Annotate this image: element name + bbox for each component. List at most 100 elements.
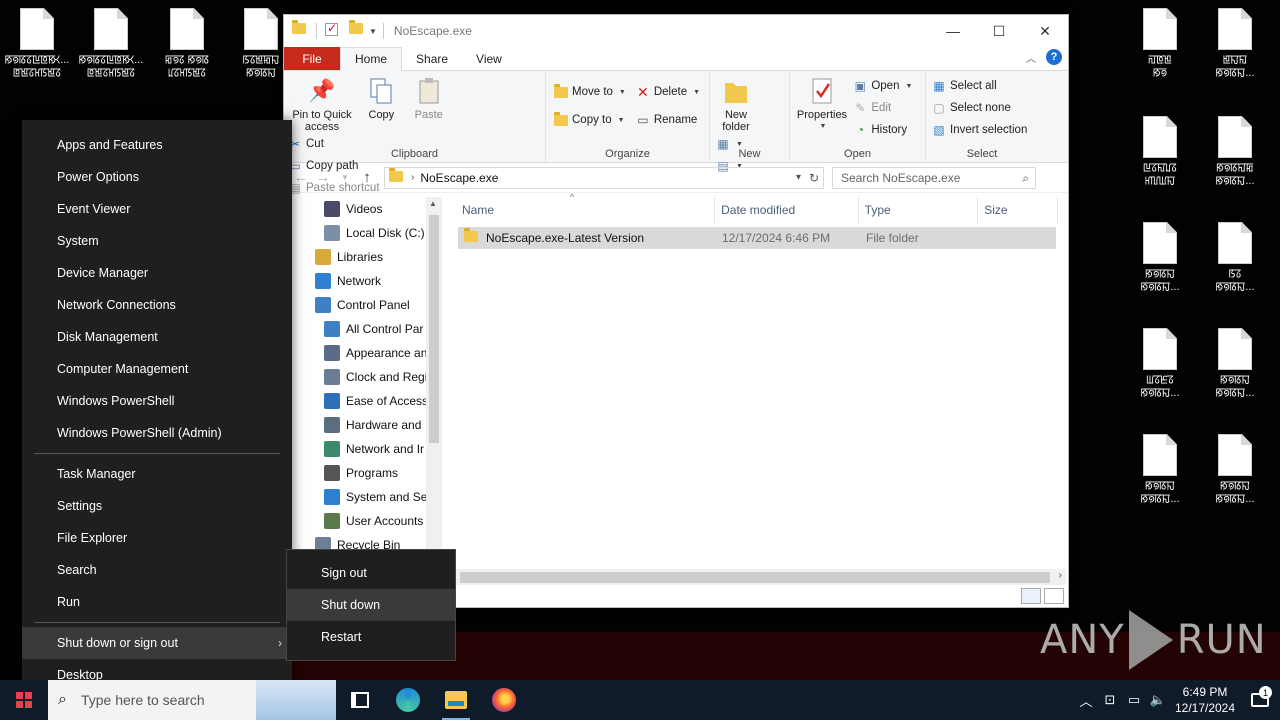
properties-quick-icon[interactable] [325,21,341,39]
search-input[interactable]: Search NoEscape.exe ⌕ [832,166,1036,189]
maximize-button[interactable]: ☐ [976,16,1022,46]
task-view-button[interactable] [336,680,384,720]
nav-item[interactable]: Local Disk (C:) [284,221,442,245]
desktop-file-icon[interactable]: ꡖꡞꡎꡊꡞ ꡘꡃꡆꡍ [1125,108,1195,198]
nav-item[interactable]: Network and Ir [284,437,442,461]
desktop-file-icon[interactable]: ꡁꡍꡎ ꡐꡟꡋꡍ... [1200,0,1270,90]
tab-share[interactable]: Share [402,47,462,70]
menu-item-shut-down[interactable]: Shut down [287,589,455,621]
nav-item[interactable]: All Control Par [284,317,442,341]
notification-button[interactable]: 1 [1240,686,1280,707]
title-bar[interactable]: ▼ NoEscape.exe — ☐ ✕ [284,15,1068,47]
desktop-file-icon[interactable]: ꡐꡟꡋꡍ ꡐꡟꡋꡍ... [1200,426,1270,516]
volume-icon[interactable]: 🔈 [1146,692,1170,708]
clock[interactable]: 6:49 PM 12/17/2024 [1170,684,1240,716]
menu-item-power-options[interactable]: Power Options [22,161,292,193]
desktop-file-icon[interactable]: ꡐꡟꡋꡍ ꡐꡟꡋꡍ... [1200,320,1270,410]
file-list[interactable]: ^ Name Date modified Type Size NoEscape.… [444,192,1059,569]
table-row[interactable]: NoEscape.exe-Latest Version 12/17/2024 6… [458,227,1056,249]
properties-button[interactable]: Properties ▼ [794,75,850,133]
address-bar[interactable]: › NoEscape.exe ▾ ↻ [384,166,824,189]
desktop-file-icon[interactable]: ꡂꡟꡞ ꡐꡟꡋ ꡊꡞꡘꡑꡁꡞ [152,0,222,90]
quick-access-dropdown-icon[interactable]: ▼ [369,27,377,36]
menu-item-system[interactable]: System [22,225,292,257]
tab-home[interactable]: Home [340,47,403,71]
collapse-ribbon-icon[interactable]: ︿ [1026,50,1036,65]
minimize-button[interactable]: — [930,16,976,46]
menu-item-apps-and-features[interactable]: Apps and Features [22,129,292,161]
select-none-button[interactable]: ▢ Select none [932,99,1027,117]
desktop-file-icon[interactable]: ꡆꡞꡈꡞ ꡐꡟꡋꡍ... [1125,320,1195,410]
tab-view[interactable]: View [462,47,516,70]
network-icon[interactable]: ⊡ [1098,692,1122,708]
column-name[interactable]: Name [444,197,716,223]
display-icon[interactable]: ▭ [1122,692,1146,708]
address-dropdown-icon[interactable]: ▾ [796,172,801,183]
nav-item[interactable]: User Accounts [284,509,442,533]
menu-item-settings[interactable]: Settings [22,490,292,522]
menu-item-computer-management[interactable]: Computer Management [22,353,292,385]
menu-item-run[interactable]: Run [22,586,292,618]
desktop-file-icon[interactable]: ꡐꡟꡋꡞꡖꡔꡐꡡ... ꡔꡁꡞꡘꡑꡁꡞ [76,0,146,90]
menu-item-windows-powershell-admin[interactable]: Windows PowerShell (Admin) [22,417,292,449]
nav-item[interactable]: Videos [284,197,442,221]
nav-item[interactable]: Libraries [284,245,442,269]
navigation-pane[interactable]: Videos Local Disk (C:) Libraries Network Con… [284,197,442,557]
paste-shortcut-button[interactable]: ▤ Paste shortcut [288,179,379,197]
menu-item-event-viewer[interactable]: Event Viewer [22,193,292,225]
nav-scrollbar[interactable]: ▲ [426,197,442,557]
details-view-icon[interactable] [1021,588,1041,604]
refresh-icon[interactable]: ↻ [809,171,819,185]
invert-selection-button[interactable]: ▧ Invert selection [932,121,1027,139]
menu-item-task-manager[interactable]: Task Manager [22,458,292,490]
desktop-file-icon[interactable]: ꡑꡞ ꡐꡟꡋꡍ... [1200,214,1270,304]
nav-item[interactable]: Clock and Regi [284,365,442,389]
close-button[interactable]: ✕ [1022,16,1068,46]
scroll-up-icon[interactable]: ▲ [429,199,437,208]
nav-item[interactable]: Ease of Access [284,389,442,413]
taskbar-search[interactable]: ⌕ Type here to search [48,680,256,720]
menu-item-search[interactable]: Search [22,554,292,586]
menu-item-file-explorer[interactable]: File Explorer [22,522,292,554]
menu-item-device-manager[interactable]: Device Manager [22,257,292,289]
menu-item-restart[interactable]: Restart [287,621,455,653]
large-icons-view-icon[interactable] [1044,588,1064,604]
pin-quick-access-button[interactable]: 📌 Pin to Quick access [288,75,356,134]
paste-button[interactable]: Paste [407,75,451,121]
move-to-button[interactable]: Move to ▼ [554,83,626,101]
menu-item-shut-down-or-sign-out[interactable]: Shut down or sign out › [22,627,292,659]
nav-item[interactable]: Hardware and [284,413,442,437]
tab-file[interactable]: File [284,47,340,70]
firefox-button[interactable] [480,680,528,720]
desktop-file-icon[interactable]: ꡌꡔꡁ ꡐꡟ [1125,0,1195,90]
column-size[interactable]: Size [978,197,1059,223]
breadcrumb-chevron-icon[interactable]: › [411,172,414,183]
new-folder-quick-icon[interactable] [349,20,365,39]
menu-item-sign-out[interactable]: Sign out [287,557,455,589]
nav-item[interactable]: Control Panel [284,293,442,317]
column-type[interactable]: Type [859,197,979,223]
desktop-file-icon[interactable]: ꡐꡟꡋꡍ ꡐꡟꡋꡍ... [1125,214,1195,304]
edit-button[interactable]: ✎ Edit [853,99,912,117]
horizontal-scrollbar[interactable]: › [444,569,1066,586]
desktop-file-icon[interactable]: ꡐꡟꡋꡞꡖꡔꡐꡡ... ꡔꡁꡞꡘꡑꡁꡞ [2,0,72,90]
copy-to-button[interactable]: Copy to ▼ [554,111,626,129]
file-explorer-window[interactable]: ▼ NoEscape.exe — ☐ ✕ File Home Share Vie… [283,14,1069,608]
nav-item[interactable]: Network [284,269,442,293]
start-button[interactable] [0,680,48,720]
edge-button[interactable] [384,680,432,720]
column-date-modified[interactable]: Date modified [715,197,859,223]
history-button[interactable]: ◔ History [853,121,912,139]
new-folder-button[interactable]: New folder [714,75,758,133]
rename-button[interactable]: ▭ Rename [636,111,700,129]
file-explorer-button[interactable] [432,680,480,720]
copy-button[interactable]: Copy [359,75,403,121]
nav-item[interactable]: System and Sec [284,485,442,509]
menu-item-disk-management[interactable]: Disk Management [22,321,292,353]
menu-item-network-connections[interactable]: Network Connections [22,289,292,321]
chevron-up-icon[interactable]: ︿ [1074,691,1098,710]
nav-item[interactable]: Programs [284,461,442,485]
scroll-right-icon[interactable]: › [1059,570,1062,581]
delete-button[interactable]: ✕ Delete ▼ [636,83,700,101]
menu-item-windows-powershell[interactable]: Windows PowerShell [22,385,292,417]
